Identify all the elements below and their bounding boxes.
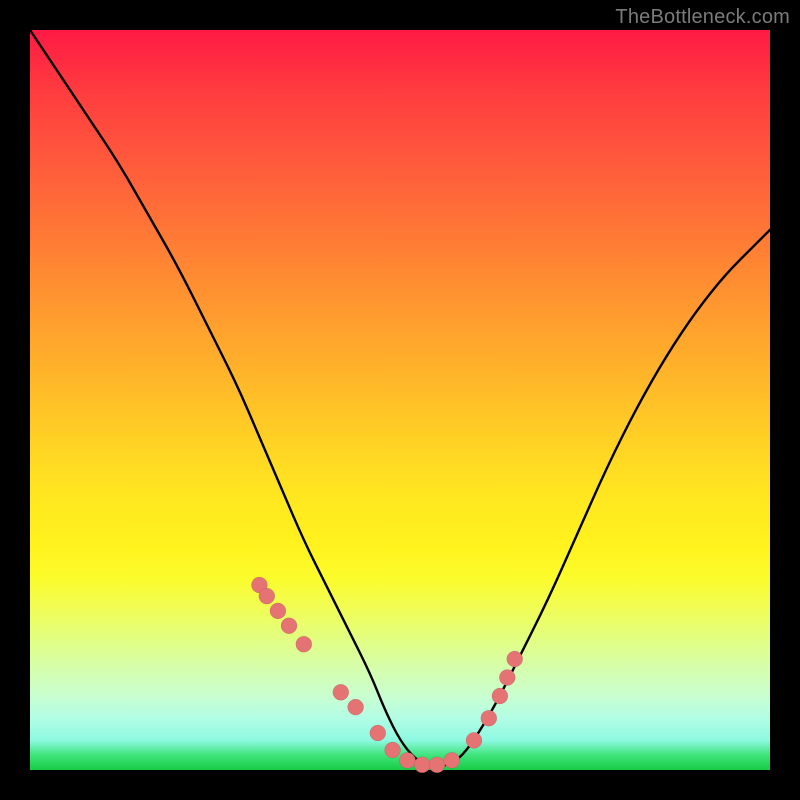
- highlight-dot: [444, 752, 460, 768]
- highlight-dot: [492, 688, 508, 704]
- bottleneck-curve: [30, 30, 770, 766]
- chart-svg: [30, 30, 770, 770]
- highlight-dot: [399, 752, 415, 768]
- highlight-dot: [259, 588, 275, 604]
- highlight-dot: [507, 651, 523, 667]
- highlight-dot: [466, 732, 482, 748]
- highlight-dots: [251, 577, 522, 773]
- highlight-dot: [385, 742, 401, 758]
- highlight-dot: [333, 684, 349, 700]
- chart-frame: TheBottleneck.com: [0, 0, 800, 800]
- highlight-dot: [429, 757, 445, 773]
- highlight-dot: [296, 636, 312, 652]
- watermark-label: TheBottleneck.com: [615, 6, 790, 29]
- highlight-dot: [281, 618, 297, 634]
- highlight-dot: [499, 670, 515, 686]
- highlight-dot: [348, 699, 364, 715]
- highlight-dot: [270, 603, 286, 619]
- highlight-dot: [370, 725, 386, 741]
- highlight-dot: [481, 710, 497, 726]
- highlight-dot: [414, 757, 430, 773]
- plot-area: [30, 30, 770, 770]
